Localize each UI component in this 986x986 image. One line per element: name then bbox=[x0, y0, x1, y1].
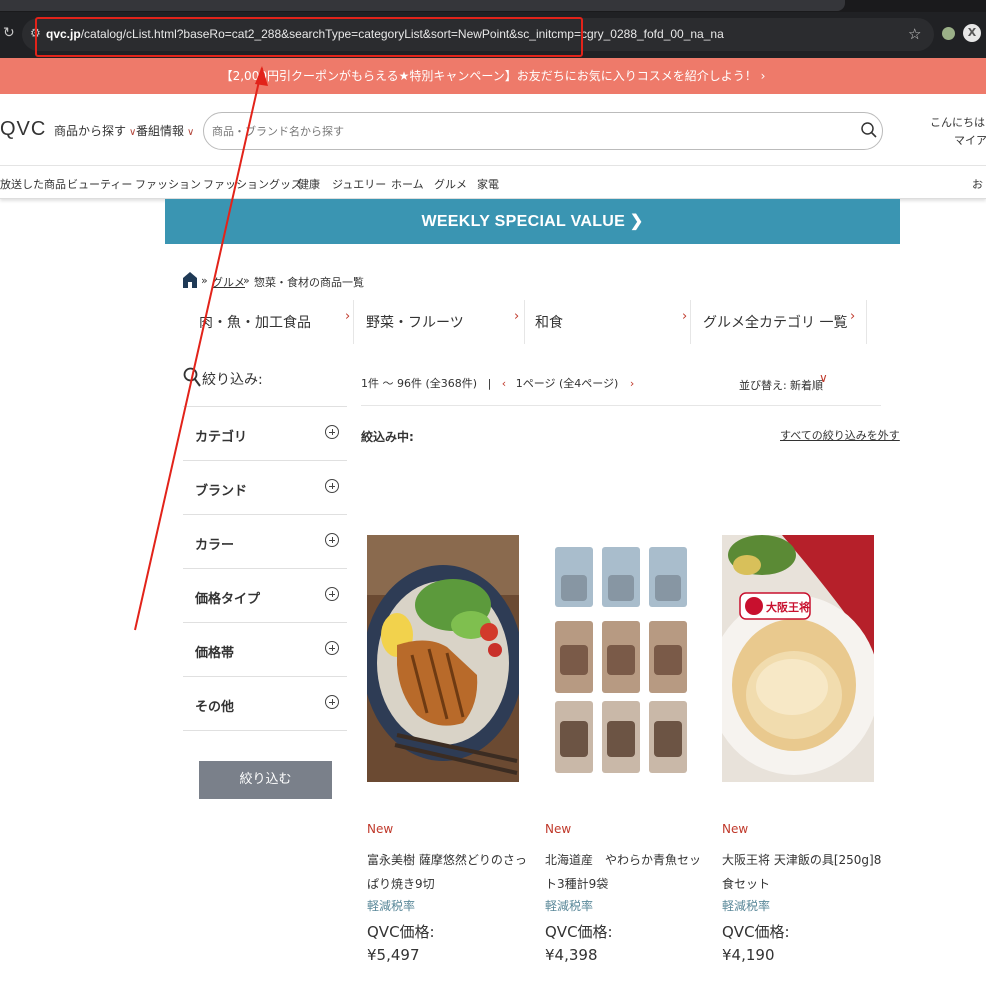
filter-category[interactable]: カテゴリ bbox=[183, 406, 347, 460]
home-icon[interactable] bbox=[183, 272, 197, 288]
new-badge: New bbox=[722, 822, 749, 836]
clear-filters-link[interactable]: すべての絞り込みを外す bbox=[780, 427, 900, 443]
sort-label: 並び替え: bbox=[739, 379, 787, 392]
bookmark-star-icon[interactable]: ☆ bbox=[908, 25, 921, 43]
search-box bbox=[203, 112, 883, 150]
breadcrumb-separator: » bbox=[243, 274, 250, 287]
cat-gourmet[interactable]: グルメ bbox=[434, 176, 467, 192]
tax-badge: 軽減税率 bbox=[367, 899, 416, 913]
subcat-divider bbox=[866, 300, 867, 344]
filter-other[interactable]: その他 bbox=[183, 676, 347, 730]
filter-brand[interactable]: ブランド bbox=[183, 460, 347, 514]
greeting-text: こんにちは ゲ bbox=[930, 116, 986, 129]
price-value: ¥5,497 bbox=[367, 946, 420, 964]
filter-divider bbox=[183, 730, 347, 731]
product-name[interactable]: 北海道産 やわらか青魚セット3種計9袋 bbox=[545, 848, 705, 896]
price-value: ¥4,190 bbox=[722, 946, 775, 964]
nav-program-info[interactable]: 番組情報 ∨ bbox=[136, 122, 194, 139]
results-divider bbox=[361, 405, 881, 406]
qvc-logo[interactable]: QVC bbox=[0, 118, 46, 141]
chevron-down-icon: ∨ bbox=[187, 127, 195, 138]
reload-icon[interactable]: ↻ bbox=[3, 25, 15, 41]
chevron-right-icon: › bbox=[345, 309, 351, 324]
subcat-divider bbox=[524, 300, 525, 344]
expand-plus-icon[interactable] bbox=[325, 641, 339, 655]
filter-price-type[interactable]: 価格タイプ bbox=[183, 568, 347, 622]
search-icon[interactable] bbox=[860, 121, 878, 139]
product-image[interactable] bbox=[367, 535, 519, 782]
chevron-down-icon[interactable]: ∨ bbox=[819, 371, 828, 385]
nav-browse-products[interactable]: 商品から探す ∨ bbox=[54, 122, 136, 139]
campaign-banner[interactable]: 【2,000円引クーポンがもらえる★特別キャンペーン】お友だちにお気に入りコスメ… bbox=[0, 58, 986, 94]
extension-icon[interactable] bbox=[942, 27, 955, 40]
breadcrumb-current: 惣菜・食材の商品一覧 bbox=[254, 276, 364, 289]
active-tab[interactable] bbox=[0, 0, 845, 11]
search-input[interactable] bbox=[212, 121, 832, 141]
breadcrumb-gourmet[interactable]: グルメ bbox=[212, 274, 245, 290]
expand-plus-icon[interactable] bbox=[325, 587, 339, 601]
cat-jewelry[interactable]: ジュエリー bbox=[332, 176, 386, 192]
breadcrumb-separator: » bbox=[201, 274, 208, 287]
subcat-meat-fish[interactable]: 肉・魚・加工食品 bbox=[199, 312, 311, 332]
subcat-divider bbox=[690, 300, 691, 344]
subcat-all-gourmet[interactable]: グルメ全カテゴリ 一覧 bbox=[703, 312, 847, 332]
url-highlight-box bbox=[35, 17, 583, 57]
subcat-divider bbox=[353, 300, 354, 344]
page-indicator: 1ページ (全4ページ) bbox=[515, 377, 619, 390]
price-label: QVC価格: bbox=[722, 923, 790, 941]
magnifier-icon bbox=[183, 367, 201, 387]
chevron-right-icon: › bbox=[850, 309, 856, 324]
product-image[interactable]: 大阪王将 bbox=[722, 535, 874, 782]
weekly-special-banner[interactable]: WEEKLY SPECIAL VALUE ❯ bbox=[165, 199, 900, 244]
results-count: 1件 ～ 96件 (全368件) | ‹ 1ページ (全4ページ) › bbox=[361, 377, 635, 390]
prev-page-icon[interactable]: ‹ bbox=[502, 377, 506, 390]
expand-plus-icon[interactable] bbox=[325, 695, 339, 709]
tab-strip bbox=[0, 0, 986, 12]
chevron-right-icon: › bbox=[514, 309, 520, 324]
expand-plus-icon[interactable] bbox=[325, 425, 339, 439]
product-name[interactable]: 富永美樹 薩摩悠然どりのさっぱり焼き9切 bbox=[367, 848, 527, 896]
tax-badge: 軽減税率 bbox=[545, 899, 594, 913]
product-name[interactable]: 大阪王将 天津飯の具[250g]8食セット bbox=[722, 848, 882, 896]
tax-badge: 軽減税率 bbox=[722, 899, 771, 913]
cat-beauty[interactable]: ビューティー bbox=[67, 176, 132, 192]
cat-appliances[interactable]: 家電 bbox=[477, 176, 499, 192]
expand-plus-icon[interactable] bbox=[325, 533, 339, 547]
category-nav: 放送した商品 ビューティー ファッション ファッショングッズ 健康 ジュエリー … bbox=[0, 166, 986, 199]
price-label: QVC価格: bbox=[367, 923, 435, 941]
product-brand-mark: 大阪王将 bbox=[766, 600, 810, 614]
cat-fashion[interactable]: ファッション bbox=[135, 176, 201, 192]
expand-plus-icon[interactable] bbox=[325, 479, 339, 493]
new-badge: New bbox=[367, 822, 394, 836]
cat-right-cut[interactable]: お bbox=[972, 176, 983, 192]
site-header: QVC 商品から探す∨ 番組情報∨ こんにちは ゲ マイアカ bbox=[0, 94, 986, 166]
cat-home[interactable]: ホーム bbox=[391, 176, 424, 192]
subcat-vegetables-fruits[interactable]: 野菜・フルーツ bbox=[366, 312, 464, 332]
filter-color[interactable]: カラー bbox=[183, 514, 347, 568]
cat-health[interactable]: 健康 bbox=[298, 176, 320, 192]
profile-avatar[interactable]: X bbox=[963, 24, 981, 42]
my-account-link[interactable]: マイアカ bbox=[954, 132, 986, 148]
active-filters-label: 絞込み中: bbox=[361, 430, 414, 444]
filter-price-range[interactable]: 価格帯 bbox=[183, 622, 347, 676]
price-label: QVC価格: bbox=[545, 923, 613, 941]
apply-filter-button[interactable]: 絞り込む bbox=[199, 761, 332, 799]
next-page-icon[interactable]: › bbox=[630, 377, 634, 390]
product-image[interactable] bbox=[545, 535, 697, 782]
new-badge: New bbox=[545, 822, 572, 836]
cat-fashion-goods[interactable]: ファッショングッズ bbox=[203, 176, 302, 192]
subcat-japanese[interactable]: 和食 bbox=[535, 312, 563, 332]
price-value: ¥4,398 bbox=[545, 946, 598, 964]
cat-broadcast-items[interactable]: 放送した商品 bbox=[0, 176, 66, 192]
chevron-right-icon: › bbox=[682, 309, 688, 324]
